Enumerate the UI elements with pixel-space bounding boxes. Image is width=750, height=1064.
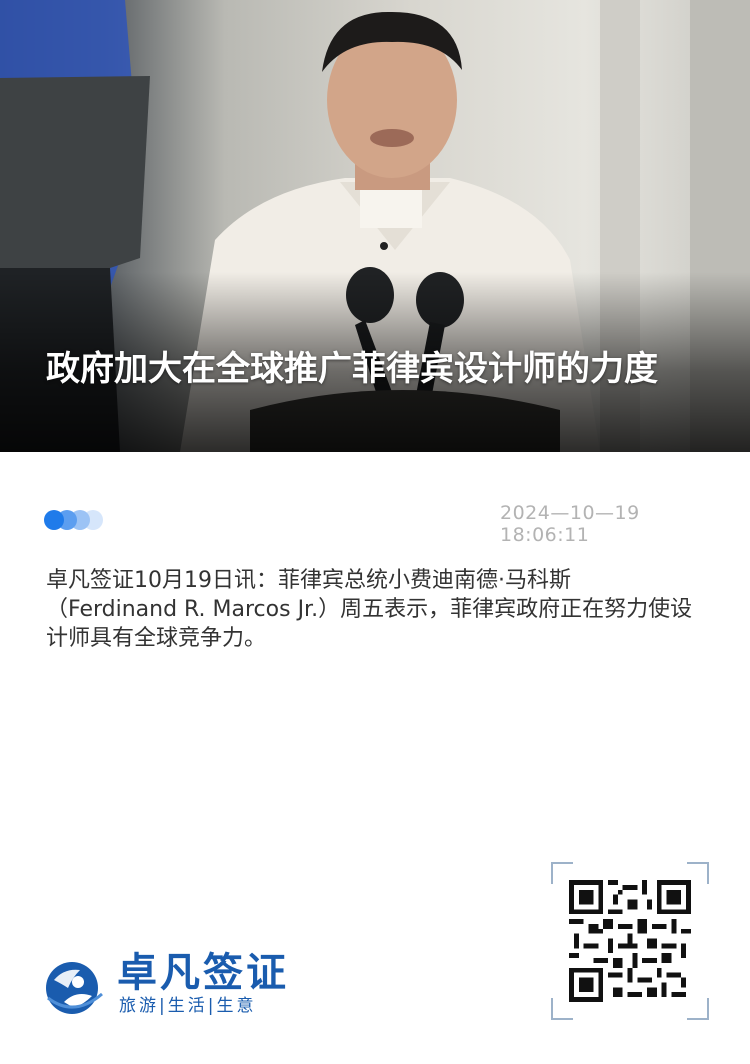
brand-slogan: 旅游|生活|生意: [119, 996, 257, 1016]
brand-name: 卓凡签证: [117, 950, 289, 996]
publish-date: 2024—10—19 18:06:11: [500, 502, 640, 546]
qr-code-icon[interactable]: [569, 880, 691, 1002]
article-body: 卓凡签证10月19日讯：菲律宾总统小费迪南德·马科斯（Ferdinand R. …: [46, 568, 693, 651]
qr-code-frame: [551, 862, 709, 1020]
dots-indicator-icon: [44, 510, 104, 532]
dot-1: [44, 510, 64, 530]
hero-banner: 政府加大在全球推广菲律宾设计师的力度: [0, 0, 750, 452]
globe-person-logo-icon: [44, 958, 104, 1018]
article-title: 政府加大在全球推广菲律宾设计师的力度: [46, 349, 658, 389]
